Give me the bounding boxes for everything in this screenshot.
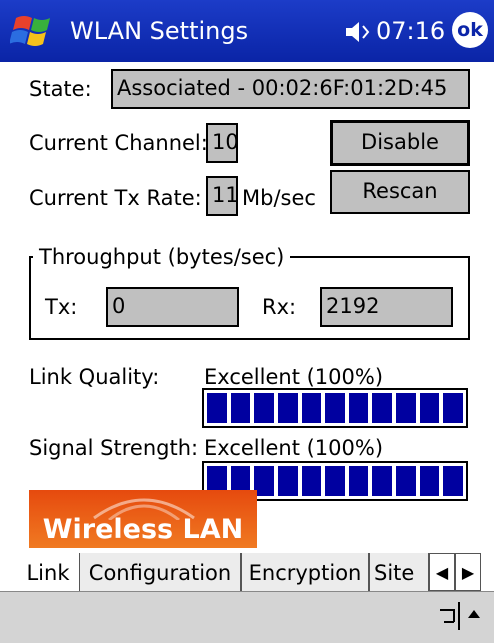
rx-field: 2192 <box>320 287 453 327</box>
volume-icon[interactable] <box>344 20 372 44</box>
command-bar <box>0 591 494 643</box>
tab-scroll-left-icon[interactable]: ◀ <box>429 553 455 591</box>
link-quality-label: Link Quality: <box>29 365 160 389</box>
logo-text: Wireless LAN <box>42 514 244 545</box>
signal-strength-segment <box>419 466 440 496</box>
link-quality-segment <box>372 393 393 423</box>
current-tx-rate-field: 11 <box>206 176 238 216</box>
wireless-lan-logo: Wireless LAN <box>29 490 257 548</box>
signal-strength-value: Excellent (100%) <box>204 436 384 460</box>
start-menu-icon[interactable] <box>9 12 58 50</box>
signal-strength-segment <box>301 466 322 496</box>
tab-link[interactable]: Link <box>17 553 79 593</box>
state-label: State: <box>29 77 92 101</box>
link-quality-segment <box>348 393 369 423</box>
signal-strength-segment <box>254 466 274 496</box>
link-quality-segment <box>230 393 251 423</box>
rx-label: Rx: <box>262 295 297 319</box>
ok-button[interactable]: ok <box>452 12 488 48</box>
rescan-button[interactable]: Rescan <box>330 170 470 214</box>
tab-encryption[interactable]: Encryption <box>241 553 369 593</box>
signal-strength-segment <box>348 466 369 496</box>
signal-strength-segment <box>325 466 345 496</box>
tx-field: 0 <box>106 287 239 327</box>
signal-strength-segment <box>443 466 464 496</box>
signal-strength-label: Signal Strength: <box>29 436 199 460</box>
window-title: WLAN Settings <box>70 17 249 45</box>
clock[interactable]: 07:16 <box>376 14 445 48</box>
throughput-title: Throughput (bytes/sec) <box>33 243 291 271</box>
rescan-label: Rescan <box>362 179 438 203</box>
link-quality-bar <box>202 388 468 428</box>
tab-site[interactable]: Site <box>369 553 429 593</box>
link-quality-segment <box>419 393 440 423</box>
tab-scroll-right-icon[interactable]: ▶ <box>455 553 481 591</box>
signal-strength-segment <box>372 466 393 496</box>
state-field: Associated - 00:02:6F:01:2D:45 <box>111 69 470 109</box>
current-channel-label: Current Channel: <box>29 131 208 155</box>
current-channel-field: 10 <box>206 123 238 163</box>
link-quality-segment <box>277 393 298 423</box>
link-quality-segment <box>325 393 345 423</box>
disable-radio-button[interactable]: Disable Radio <box>330 120 470 192</box>
signal-strength-segment <box>396 466 416 496</box>
tab-configuration[interactable]: Configuration <box>79 553 241 593</box>
tx-rate-unit: Mb/sec <box>242 186 316 210</box>
link-quality-segment <box>396 393 416 423</box>
link-quality-segment <box>207 393 227 423</box>
input-method-icon[interactable] <box>436 600 462 632</box>
link-quality-segment <box>254 393 274 423</box>
link-quality-segment <box>443 393 464 423</box>
input-menu-arrow-icon[interactable] <box>464 604 484 624</box>
tx-label: Tx: <box>45 295 78 319</box>
link-quality-segment <box>301 393 322 423</box>
current-tx-rate-label: Current Tx Rate: <box>29 186 202 210</box>
signal-strength-segment <box>277 466 298 496</box>
